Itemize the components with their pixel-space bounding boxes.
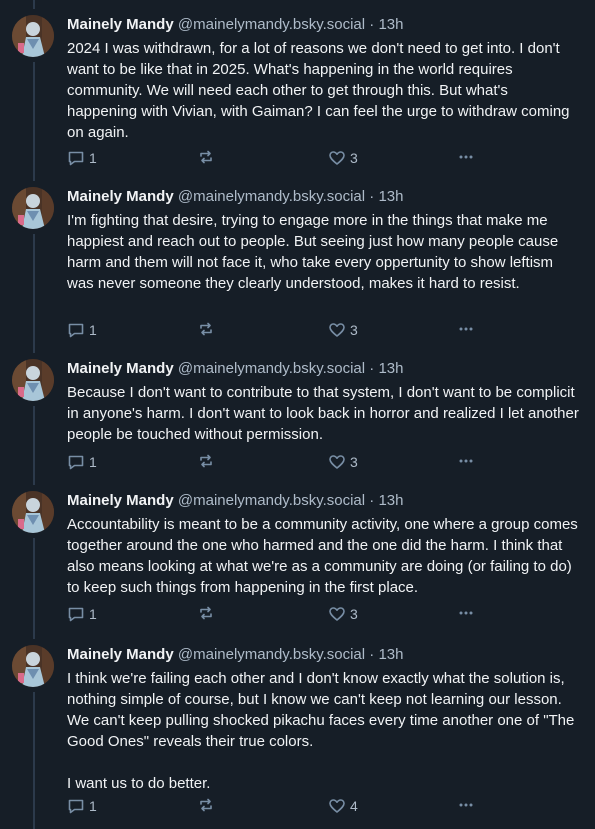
ellipsis-icon [457, 796, 475, 814]
author-handle[interactable]: @mainelymandy.bsky.social [178, 16, 365, 33]
repost-arrows-icon [197, 604, 215, 622]
repost-button[interactable] [197, 604, 215, 622]
reply-count: 1 [89, 798, 97, 814]
post-actions: 1 4 [67, 796, 487, 816]
author-name[interactable]: Mainely Mandy [67, 16, 174, 33]
post-timestamp[interactable]: 13h [378, 360, 403, 377]
reply-count: 1 [89, 606, 97, 622]
repost-button[interactable] [197, 796, 215, 814]
post-thread: Mainely Mandy @mainelymandy.bsky.social … [0, 0, 595, 829]
post-header: Mainely Mandy @mainelymandy.bsky.social … [67, 187, 404, 207]
post-timestamp[interactable]: 13h [378, 492, 403, 509]
like-button[interactable]: 3 [328, 320, 358, 340]
post-header: Mainely Mandy @mainelymandy.bsky.social … [67, 359, 404, 379]
author-handle[interactable]: @mainelymandy.bsky.social [178, 188, 365, 205]
post-actions: 1 3 [67, 320, 487, 340]
like-count: 3 [350, 322, 358, 338]
repost-arrows-icon [197, 796, 215, 814]
speech-bubble-icon [67, 149, 85, 167]
post-text: 2024 I was withdrawn, for a lot of reaso… [67, 40, 574, 141]
more-options-button[interactable] [457, 604, 475, 622]
speech-bubble-icon [67, 321, 85, 339]
speech-bubble-icon [67, 797, 85, 815]
author-name[interactable]: Mainely Mandy [67, 646, 174, 663]
avatar[interactable] [12, 645, 54, 687]
like-button[interactable]: 3 [328, 604, 358, 624]
repost-arrows-icon [197, 452, 215, 470]
reply-count: 1 [89, 322, 97, 338]
author-handle[interactable]: @mainelymandy.bsky.social [178, 492, 365, 509]
post-text: Accountability is meant to be a communit… [67, 516, 582, 596]
more-options-button[interactable] [457, 320, 475, 338]
avatar[interactable] [12, 15, 54, 57]
separator-dot: · [369, 492, 375, 509]
thread-line [33, 0, 35, 9]
author-handle[interactable]: @mainelymandy.bsky.social [178, 646, 365, 663]
separator-dot: · [369, 646, 375, 663]
speech-bubble-icon [67, 453, 85, 471]
like-count: 3 [350, 454, 358, 470]
repost-button[interactable] [197, 452, 215, 470]
thread-line [33, 692, 35, 829]
separator-dot: · [369, 188, 375, 205]
author-name[interactable]: Mainely Mandy [67, 188, 174, 205]
more-options-button[interactable] [457, 796, 475, 814]
like-button[interactable]: 4 [328, 796, 358, 816]
post-text: I think we're failing each other and I d… [67, 670, 575, 792]
more-options-button[interactable] [457, 148, 475, 166]
avatar[interactable] [12, 359, 54, 401]
like-count: 4 [350, 798, 358, 814]
post-text: I'm fighting that desire, trying to enga… [67, 212, 563, 292]
reply-button[interactable]: 1 [67, 320, 97, 340]
repost-arrows-icon [197, 148, 215, 166]
separator-dot: · [369, 360, 375, 377]
thread-line [33, 234, 35, 353]
post-header: Mainely Mandy @mainelymandy.bsky.social … [67, 645, 404, 665]
ellipsis-icon [457, 148, 475, 166]
post-actions: 1 3 [67, 604, 487, 624]
post-header: Mainely Mandy @mainelymandy.bsky.social … [67, 491, 404, 511]
speech-bubble-icon [67, 605, 85, 623]
author-name[interactable]: Mainely Mandy [67, 492, 174, 509]
repost-arrows-icon [197, 320, 215, 338]
reply-button[interactable]: 1 [67, 452, 97, 472]
ellipsis-icon [457, 320, 475, 338]
author-name[interactable]: Mainely Mandy [67, 360, 174, 377]
heart-outline-icon [328, 797, 346, 815]
post-text: Because I don't want to contribute to th… [67, 384, 584, 443]
reply-button[interactable]: 1 [67, 796, 97, 816]
reply-button[interactable]: 1 [67, 604, 97, 624]
like-count: 3 [350, 150, 358, 166]
reply-count: 1 [89, 454, 97, 470]
post-header: Mainely Mandy @mainelymandy.bsky.social … [67, 15, 404, 35]
reply-button[interactable]: 1 [67, 148, 97, 168]
thread-line [33, 538, 35, 639]
post-timestamp[interactable]: 13h [378, 646, 403, 663]
reply-count: 1 [89, 150, 97, 166]
heart-outline-icon [328, 453, 346, 471]
repost-button[interactable] [197, 148, 215, 166]
repost-button[interactable] [197, 320, 215, 338]
like-button[interactable]: 3 [328, 452, 358, 472]
like-button[interactable]: 3 [328, 148, 358, 168]
post-actions: 1 3 [67, 452, 487, 472]
heart-outline-icon [328, 149, 346, 167]
post-timestamp[interactable]: 13h [378, 188, 403, 205]
avatar[interactable] [12, 187, 54, 229]
thread-line [33, 62, 35, 181]
avatar[interactable] [12, 491, 54, 533]
thread-line [33, 406, 35, 485]
like-count: 3 [350, 606, 358, 622]
more-options-button[interactable] [457, 452, 475, 470]
ellipsis-icon [457, 604, 475, 622]
author-handle[interactable]: @mainelymandy.bsky.social [178, 360, 365, 377]
post-timestamp[interactable]: 13h [378, 16, 403, 33]
ellipsis-icon [457, 452, 475, 470]
heart-outline-icon [328, 321, 346, 339]
separator-dot: · [369, 16, 375, 33]
post-actions: 1 3 [67, 148, 487, 168]
heart-outline-icon [328, 605, 346, 623]
